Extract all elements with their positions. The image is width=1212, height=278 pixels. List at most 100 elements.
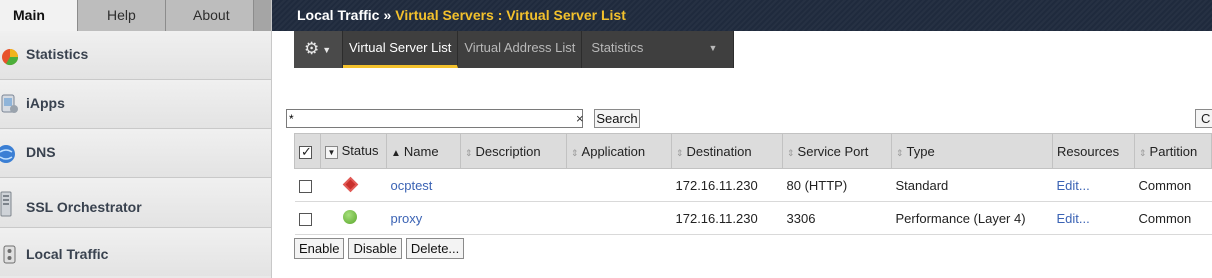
service-port-header-label: Service Port — [797, 143, 869, 159]
name-cell: proxy — [386, 201, 461, 235]
tab-statistics-label: Statistics — [591, 40, 644, 55]
partition-header-label: Partition — [1149, 143, 1198, 159]
virtual-server-name-link[interactable]: proxy — [391, 211, 423, 226]
delete-button[interactable]: Delete... — [405, 238, 465, 259]
application-header[interactable]: ⇕ Application — [566, 133, 672, 169]
row-select-cell — [294, 168, 321, 202]
nav-item-label: SSL Orchestrator — [26, 199, 142, 215]
type-header-label: Type — [906, 143, 935, 159]
type-cell: Standard — [891, 168, 1053, 202]
service-port-header[interactable]: ⇕ Service Port — [782, 133, 892, 169]
tab-virtual-address-list[interactable]: Virtual Address List — [458, 31, 583, 68]
nav-item-iapps[interactable]: iApps — [0, 80, 271, 129]
top-tab-bar: Main Help About — [0, 0, 271, 31]
nav-item-label: DNS — [26, 144, 56, 160]
sort-ascending-icon: ▲ — [391, 147, 401, 159]
tab-virtual-server-list[interactable]: Virtual Server List — [343, 31, 459, 68]
sub-tab-bar: ⚙ ▼ Virtual Server List Virtual Address L… — [294, 31, 735, 68]
virtual-server-name-link[interactable]: ocptest — [391, 178, 433, 193]
breadcrumb-separator: » — [383, 7, 392, 23]
table-row: proxy 172.16.11.230 3306 Performance (La… — [294, 201, 1212, 235]
status-offline-icon — [342, 176, 358, 192]
destination-cell: 172.16.11.230 — [671, 201, 783, 235]
tab-help[interactable]: Help — [78, 0, 166, 31]
search-button[interactable]: Search — [594, 109, 640, 128]
name-cell: ocptest — [386, 168, 461, 202]
status-filter-dropdown[interactable]: ▼ — [325, 145, 338, 159]
create-button[interactable]: C — [1195, 109, 1212, 128]
description-cell — [460, 201, 567, 235]
destination-cell: 172.16.11.230 — [671, 168, 783, 202]
nav-item-statistics[interactable]: Statistics — [0, 31, 271, 80]
type-cell: Performance (Layer 4) — [891, 201, 1053, 235]
table-row: ocptest 172.16.11.230 80 (HTTP) Standard… — [294, 168, 1212, 202]
partition-header[interactable]: ⇕ Partition — [1134, 133, 1212, 169]
nav-item-label: Local Traffic — [26, 246, 109, 262]
description-cell — [460, 168, 567, 202]
clear-search-icon[interactable]: × — [576, 111, 584, 126]
partition-cell: Common — [1134, 168, 1212, 202]
resources-header-label: Resources — [1057, 143, 1120, 159]
service-port-cell: 80 (HTTP) — [782, 168, 892, 202]
enable-button[interactable]: Enable — [294, 238, 345, 259]
status-cell — [320, 168, 387, 202]
ssl-orchestrator-icon — [0, 191, 20, 217]
row-checkbox[interactable] — [298, 179, 312, 193]
resources-cell: Edit... — [1052, 168, 1135, 202]
nav-item-local-traffic[interactable]: Local Traffic — [0, 228, 271, 276]
row-select-cell — [294, 201, 321, 235]
statistics-pie-icon — [0, 44, 20, 66]
type-header[interactable]: ⇕ Type — [891, 133, 1053, 169]
description-header[interactable]: ⇕ Description — [460, 133, 567, 169]
sort-icon: ⇕ — [1139, 147, 1147, 158]
application-header-label: Application — [581, 143, 646, 159]
table-header-row: ▼ Status ▲Name ⇕Description ⇕Application… — [294, 133, 1212, 169]
resources-edit-link[interactable]: Edit... — [1057, 178, 1090, 193]
resources-edit-link[interactable]: Edit... — [1057, 211, 1090, 226]
iapps-icon — [0, 93, 20, 115]
bulk-actions: Enable Disable Delete... — [294, 238, 465, 259]
row-checkbox[interactable] — [298, 212, 312, 226]
local-traffic-icon — [0, 244, 20, 266]
status-header-label: Status — [341, 143, 379, 159]
name-header[interactable]: ▲ Name — [386, 133, 461, 169]
nav-item-dns[interactable]: DNS — [0, 129, 271, 178]
select-all-header[interactable] — [294, 133, 321, 169]
chevron-down-icon: ▼ — [322, 44, 332, 55]
main-content: Local Traffic» Virtual Servers : Virtual … — [272, 0, 1212, 278]
disable-button[interactable]: Disable — [348, 238, 402, 259]
resources-header: Resources — [1052, 133, 1135, 169]
name-header-label: Name — [403, 143, 439, 159]
left-navigation: Main Help About Statistics iApps DNS SSL… — [0, 0, 272, 278]
breadcrumb-section[interactable]: Local Traffic — [297, 7, 379, 23]
nav-item-label: Statistics — [26, 46, 89, 62]
breadcrumb-page: Virtual Servers : Virtual Server List — [395, 7, 626, 23]
chevron-down-icon: ▼ — [708, 43, 718, 53]
sort-icon: ⇕ — [465, 147, 473, 158]
tab-about[interactable]: About — [166, 0, 254, 31]
sort-icon: ⇕ — [571, 147, 579, 158]
tab-main[interactable]: Main — [0, 0, 78, 31]
sort-icon: ⇕ — [787, 147, 795, 158]
status-header[interactable]: ▼ Status — [320, 133, 387, 169]
breadcrumb: Local Traffic» Virtual Servers : Virtual … — [272, 0, 1212, 31]
status-available-icon — [342, 209, 357, 224]
gear-icon: ⚙ — [304, 39, 320, 58]
sort-icon: ⇕ — [676, 147, 684, 158]
service-port-cell: 3306 — [782, 201, 892, 235]
application-cell — [566, 168, 672, 202]
sort-icon: ⇕ — [896, 147, 904, 158]
destination-header-label: Destination — [686, 143, 752, 159]
gear-menu-button[interactable]: ⚙ ▼ — [294, 31, 343, 68]
select-all-checkbox[interactable] — [299, 144, 312, 160]
dns-globe-icon — [0, 142, 20, 164]
status-cell — [320, 201, 387, 235]
tab-statistics[interactable]: Statistics ▼ — [582, 31, 735, 68]
destination-header[interactable]: ⇕ Destination — [671, 133, 783, 169]
virtual-server-table: ▼ Status ▲Name ⇕Description ⇕Application… — [294, 133, 1212, 235]
nav-item-ssl-orchestrator[interactable]: SSL Orchestrator — [0, 178, 271, 228]
search-input[interactable] — [286, 109, 583, 128]
description-header-label: Description — [475, 143, 541, 159]
nav-item-label: iApps — [26, 95, 65, 111]
tab-bar-filler — [254, 0, 271, 31]
